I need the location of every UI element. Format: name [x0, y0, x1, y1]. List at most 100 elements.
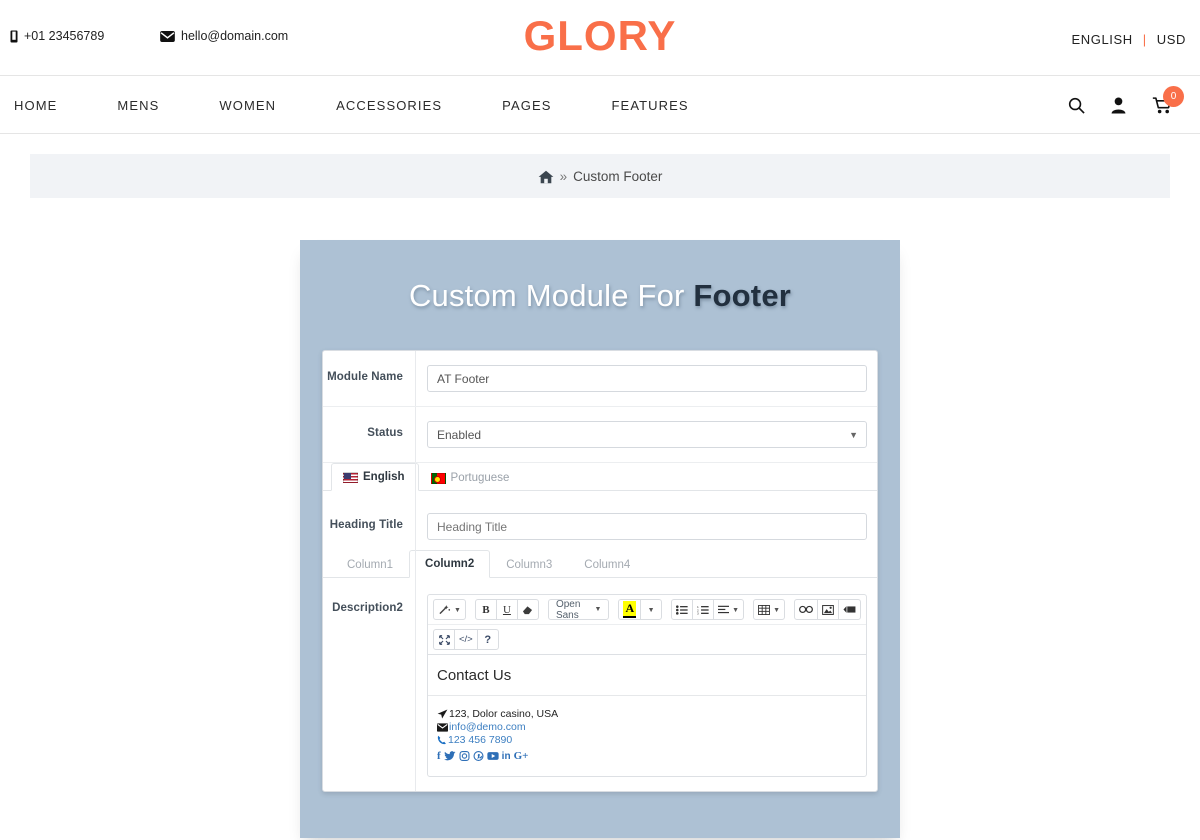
bold-icon[interactable]: B [474, 599, 497, 620]
nav-item-women[interactable]: WOMEN [219, 98, 306, 113]
chevron-down-icon: ▼ [454, 605, 461, 614]
facebook-icon[interactable]: f [437, 750, 441, 762]
currency-selector[interactable]: USD [1157, 32, 1186, 47]
site-logo[interactable]: GLORY [0, 12, 1200, 60]
page-title-bold: Footer [693, 278, 792, 313]
font-color-dropdown-icon[interactable]: ▼ [640, 599, 663, 620]
instagram-icon[interactable] [459, 750, 470, 762]
us-flag-icon [343, 471, 358, 483]
editor-social-icons: f in G+ [428, 747, 866, 762]
tab-column2[interactable]: Column2 [409, 550, 491, 578]
unordered-list-icon[interactable] [671, 599, 694, 620]
language-selector[interactable]: ENGLISH [1071, 32, 1132, 47]
home-icon[interactable] [538, 168, 554, 183]
form-row-heading-title: Heading Title [323, 491, 877, 550]
nav-icon-group: 0 [1068, 76, 1184, 134]
chevron-down-icon: ▼ [647, 605, 655, 614]
status-select[interactable] [427, 421, 867, 448]
editor-address-line: 123, Dolor casino, USA [428, 708, 866, 721]
toolbar-group-style: ▼ [433, 599, 466, 620]
search-icon[interactable] [1068, 97, 1085, 114]
linkedin-icon[interactable]: in [502, 751, 511, 762]
breadcrumb-container: » Custom Footer [0, 134, 1200, 198]
heading-title-input[interactable] [427, 513, 867, 540]
editor-toolbar-row-1: ▼ B U Open Sans ▼ A ▼ 1 2 3 ▼ ▼ [428, 595, 866, 625]
page-title-light: Custom Module For [408, 278, 685, 313]
eraser-icon[interactable] [516, 599, 539, 620]
tab-column4[interactable]: Column4 [568, 551, 646, 578]
youtube-icon[interactable] [487, 750, 499, 762]
font-color-icon[interactable]: A [618, 599, 642, 620]
pinterest-icon[interactable] [473, 750, 484, 762]
help-icon[interactable]: ? [476, 629, 499, 650]
settings-separator: | [1142, 32, 1147, 47]
rich-text-editor: ▼ B U Open Sans ▼ A ▼ 1 2 3 ▼ ▼ </> ? Co… [427, 594, 867, 777]
nav-item-mens[interactable]: MENS [117, 98, 189, 113]
fullscreen-icon[interactable] [433, 629, 455, 650]
tab-column3[interactable]: Column3 [490, 551, 568, 578]
editor-content-area[interactable]: Contact Us 123, Dolor casino, USA info@d… [428, 655, 866, 776]
video-icon[interactable] [838, 599, 861, 620]
editor-phone-link[interactable]: 123 456 7890 [448, 734, 512, 746]
google-plus-icon[interactable]: G+ [514, 750, 529, 762]
envelope-icon [437, 721, 448, 733]
top-bar: +01 23456789 hello@domain.com GLORY ENGL… [0, 0, 1200, 76]
nav-item-accessories[interactable]: ACCESSORIES [336, 98, 472, 113]
font-color-letter: A [623, 601, 637, 618]
chevron-down-icon: ▼ [594, 606, 602, 613]
description-label: Description2 [332, 602, 403, 614]
toolbar-group-insert [794, 599, 861, 620]
tab-column1[interactable]: Column1 [331, 551, 409, 578]
nav-item-home[interactable]: HOME [14, 98, 87, 113]
user-account-icon[interactable] [1111, 97, 1126, 114]
svg-text:3: 3 [697, 611, 699, 614]
tab-language-english-label: English [363, 471, 405, 483]
toolbar-group-font: Open Sans ▼ [547, 598, 610, 621]
tab-language-portuguese[interactable]: Portuguese [419, 464, 524, 491]
editor-content-divider [428, 695, 866, 696]
location-arrow-icon [437, 708, 448, 720]
module-name-input[interactable] [427, 365, 867, 392]
editor-phone-line: 123 456 7890 [428, 734, 866, 747]
chevron-down-icon: ▼ [773, 605, 780, 614]
portugal-flag-icon [430, 472, 446, 484]
underline-icon[interactable]: U [495, 599, 518, 620]
status-label: Status [367, 427, 403, 439]
toolbar-group-color: A ▼ [618, 599, 663, 620]
form-row-module-name: Module Name [323, 351, 877, 407]
module-name-label: Module Name [327, 371, 403, 383]
ordered-list-icon[interactable]: 123 [692, 599, 715, 620]
code-view-icon[interactable]: </> [454, 629, 478, 650]
toolbar-group-table: ▼ [753, 599, 785, 620]
custom-module-panel: Custom Module For Footer Module Name Sta… [300, 240, 900, 838]
toolbar-group-format: B U [474, 599, 539, 620]
panel-container: Custom Module For Footer Module Name Sta… [0, 240, 1200, 838]
language-tab-strip: English Portuguese [323, 463, 877, 491]
tab-language-english[interactable]: English [331, 463, 419, 491]
cart-icon[interactable]: 0 [1152, 85, 1184, 114]
chevron-down-icon: ▼ [732, 605, 740, 614]
link-icon[interactable] [794, 599, 818, 620]
page-title: Custom Module For Footer [300, 278, 900, 314]
top-bar-settings: ENGLISH | USD [1071, 32, 1186, 47]
nav-item-pages[interactable]: PAGES [502, 98, 581, 113]
main-navigation: HOME MENS WOMEN ACCESSORIES PAGES FEATUR… [0, 76, 1200, 134]
breadcrumb-current: Custom Footer [573, 168, 663, 184]
nav-link-list: HOME MENS WOMEN ACCESSORIES PAGES FEATUR… [14, 76, 749, 134]
column-tab-strip: Column1 Column2 Column3 Column4 [323, 550, 877, 578]
font-family-label: Open Sans [555, 598, 581, 621]
editor-content-heading: Contact Us [437, 667, 512, 684]
image-icon[interactable] [817, 599, 839, 620]
font-family-select[interactable]: Open Sans ▼ [547, 598, 610, 621]
cart-count-badge: 0 [1163, 85, 1184, 107]
magic-wand-icon[interactable]: ▼ [433, 599, 466, 620]
nav-item-features[interactable]: FEATURES [612, 98, 719, 113]
toolbar-group-view: </> ? [433, 629, 499, 650]
editor-email-link[interactable]: info@demo.com [449, 721, 526, 733]
paragraph-align-icon[interactable]: ▼ [713, 599, 745, 620]
tab-language-portuguese-label: Portuguese [450, 472, 510, 484]
twitter-icon[interactable] [443, 750, 456, 762]
breadcrumb-separator: » [559, 168, 568, 184]
editor-email-line: info@demo.com [428, 721, 866, 734]
table-icon[interactable]: ▼ [753, 599, 785, 620]
